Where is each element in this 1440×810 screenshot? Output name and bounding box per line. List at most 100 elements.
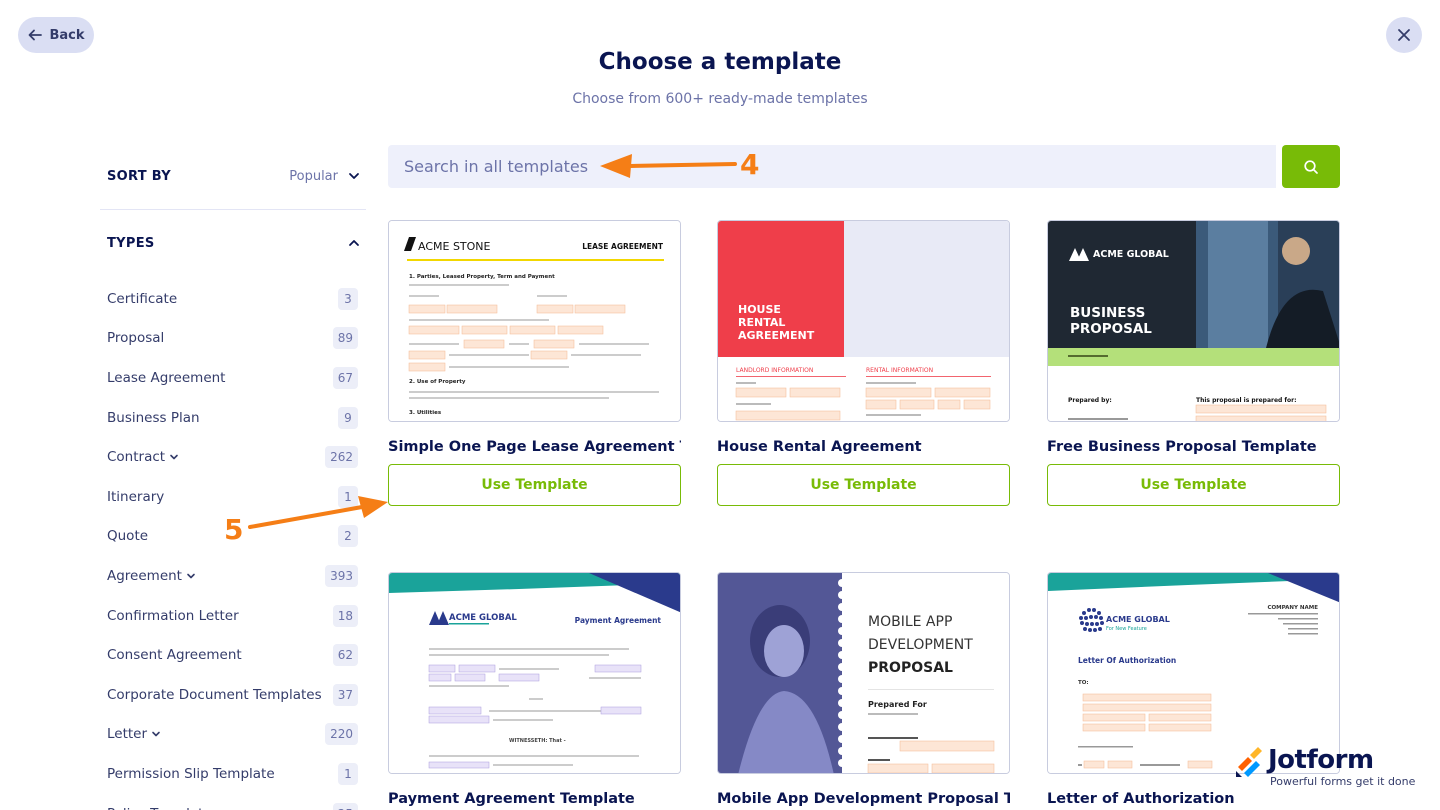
type-count-badge: 3	[338, 287, 358, 310]
thumb-section: 2. Use of Property	[409, 379, 466, 385]
type-filter-item[interactable]: Consent Agreement 62	[100, 635, 366, 675]
type-filter-item[interactable]: Policy Templates 25	[100, 794, 366, 810]
use-template-button[interactable]: Use Template	[717, 464, 1010, 506]
search-bar	[388, 145, 1340, 188]
type-filter-item[interactable]: Confirmation Letter 18	[100, 596, 366, 636]
template-thumbnail[interactable]: ACME STONE LEASE AGREEMENT 1. Parties, L…	[388, 220, 681, 422]
use-template-button[interactable]: Use Template	[388, 464, 681, 506]
type-filter-item[interactable]: Itinerary 1	[100, 477, 366, 517]
thumb-section: RENTAL INFORMATION	[866, 367, 933, 374]
thumb-label: WITNESSETH: That -	[509, 738, 566, 744]
type-count-badge: 220	[325, 723, 358, 746]
thumb-section: 3. Utilities	[409, 410, 442, 416]
type-filter-item[interactable]: Proposal 89	[100, 319, 366, 359]
thumb-heading: Letter Of Authorization	[1078, 656, 1176, 665]
type-count-badge: 393	[325, 564, 358, 587]
payment-agreement-preview-graphic: ACME GLOBAL Payment Agreement WITNESSETH…	[389, 573, 680, 773]
template-title[interactable]: House Rental Agreement	[717, 439, 1010, 455]
letter-authorization-preview-graphic: ACME GLOBAL For New Feature COMPANY NAME…	[1048, 573, 1339, 773]
type-name-text: Permission Slip Template	[107, 765, 275, 782]
sort-value: Popular	[289, 168, 338, 184]
thumb-heading: LEASE AGREEMENT	[582, 242, 664, 251]
type-count-badge: 9	[338, 406, 358, 429]
thumb-line: PROPOSAL	[1070, 321, 1152, 337]
type-name-text: Lease Agreement	[107, 369, 226, 386]
back-label: Back	[49, 27, 85, 43]
template-title[interactable]: Simple One Page Lease Agreement T...	[388, 439, 681, 455]
template-title[interactable]: Mobile App Development Proposal T...	[717, 791, 1010, 807]
sort-label: SORT BY	[107, 168, 171, 184]
type-name-text: Consent Agreement	[107, 647, 242, 664]
type-filter-label: Certificate	[107, 291, 177, 307]
type-filter-item[interactable]: Business Plan 9	[100, 398, 366, 438]
template-thumbnail[interactable]: ACME GLOBAL Payment Agreement WITNESSETH…	[388, 572, 681, 774]
chevron-down-icon	[349, 173, 359, 179]
thumb-heading: Payment Agreement	[575, 616, 662, 625]
type-name-text: Business Plan	[107, 409, 200, 426]
filter-sidebar: SORT BY Popular TYPES Certificate 3 Propos…	[100, 160, 366, 810]
type-count-badge: 262	[325, 446, 358, 469]
type-filter-item[interactable]: Permission Slip Template 1	[100, 754, 366, 794]
thumb-brand: ACME STONE	[418, 240, 491, 253]
template-chooser-page: Back Choose a template Choose from 600+ …	[0, 0, 1440, 810]
arrow-left-icon	[29, 29, 43, 41]
type-name-text: Quote	[107, 528, 149, 545]
type-filter-label: Contract	[107, 449, 179, 465]
template-title[interactable]: Payment Agreement Template	[388, 791, 681, 807]
template-thumbnail[interactable]: ACME GLOBAL BUSINESS PROPOSAL Prepared b…	[1047, 220, 1340, 422]
type-count-badge: 89	[332, 327, 358, 350]
thumb-label: This proposal is prepared for:	[1196, 397, 1297, 404]
type-filter-label: Business Plan	[107, 410, 200, 426]
type-filter-label: Itinerary	[107, 489, 164, 505]
type-count-badge: 1	[338, 762, 358, 785]
types-label: TYPES	[107, 235, 155, 251]
template-thumbnail[interactable]: ACME GLOBAL For New Feature COMPANY NAME…	[1047, 572, 1340, 774]
close-icon	[1398, 29, 1410, 41]
type-filter-label: Permission Slip Template	[107, 766, 275, 782]
page-title: Choose a template	[598, 49, 842, 75]
thumb-line: HOUSE	[738, 303, 781, 316]
search-icon	[1304, 159, 1318, 174]
type-filter-label: Consent Agreement	[107, 647, 242, 663]
template-thumbnail[interactable]: HOUSE RENTAL AGREEMENT LANDLORD INFORMAT…	[717, 220, 1010, 422]
types-header[interactable]: TYPES	[100, 227, 366, 259]
brand-name: Jotform	[1268, 745, 1374, 775]
search-button[interactable]	[1282, 145, 1340, 188]
chevron-down-icon	[170, 454, 178, 460]
type-name-text: Letter	[107, 726, 148, 743]
type-filter-item[interactable]: Agreement 393	[100, 556, 366, 596]
chevron-down-icon	[187, 573, 195, 579]
type-filter-item[interactable]: Letter 220	[100, 715, 366, 755]
chevron-up-icon	[349, 240, 359, 246]
use-template-button[interactable]: Use Template	[1047, 464, 1340, 506]
type-filter-label: Policy Templates	[107, 806, 219, 810]
close-button[interactable]	[1386, 17, 1422, 53]
type-filter-item[interactable]: Certificate 3	[100, 279, 366, 319]
type-name-text: Contract	[107, 449, 166, 466]
type-name-text: Policy Templates	[107, 806, 219, 810]
thumb-section: LANDLORD INFORMATION	[736, 367, 813, 374]
type-filter-item[interactable]: Corporate Document Templates 37	[100, 675, 366, 715]
thumb-label: Prepared For	[868, 700, 927, 709]
type-filter-label: Lease Agreement	[107, 370, 225, 386]
type-name-text: Itinerary	[107, 488, 165, 505]
template-thumbnail[interactable]: MOBILE APP DEVELOPMENT PROPOSAL Prepared…	[717, 572, 1010, 774]
business-proposal-preview-graphic: ACME GLOBAL BUSINESS PROPOSAL Prepared b…	[1048, 221, 1339, 421]
type-filter-label: Corporate Document Templates	[107, 687, 322, 703]
type-filter-label: Letter	[107, 726, 161, 742]
template-title[interactable]: Free Business Proposal Template	[1047, 439, 1340, 455]
type-filter-label: Proposal	[107, 330, 164, 346]
lease-preview-graphic: ACME STONE LEASE AGREEMENT 1. Parties, L…	[389, 221, 680, 421]
house-rental-preview-graphic: HOUSE RENTAL AGREEMENT LANDLORD INFORMAT…	[718, 221, 1009, 421]
type-name-text: Agreement	[107, 567, 182, 584]
back-button[interactable]: Back	[18, 17, 94, 53]
search-input[interactable]	[388, 145, 1276, 188]
type-filter-item[interactable]: Contract 262	[100, 437, 366, 477]
type-filter-item[interactable]: Lease Agreement 67	[100, 358, 366, 398]
thumb-line: BUSINESS	[1070, 305, 1145, 321]
sort-dropdown[interactable]: Popular	[289, 169, 360, 184]
template-card: HOUSE RENTAL AGREEMENT LANDLORD INFORMAT…	[717, 220, 1010, 506]
type-count-badge: 1	[338, 485, 358, 508]
template-title[interactable]: Letter of Authorization	[1047, 791, 1340, 807]
template-card: ACME GLOBAL BUSINESS PROPOSAL Prepared b…	[1047, 220, 1340, 506]
